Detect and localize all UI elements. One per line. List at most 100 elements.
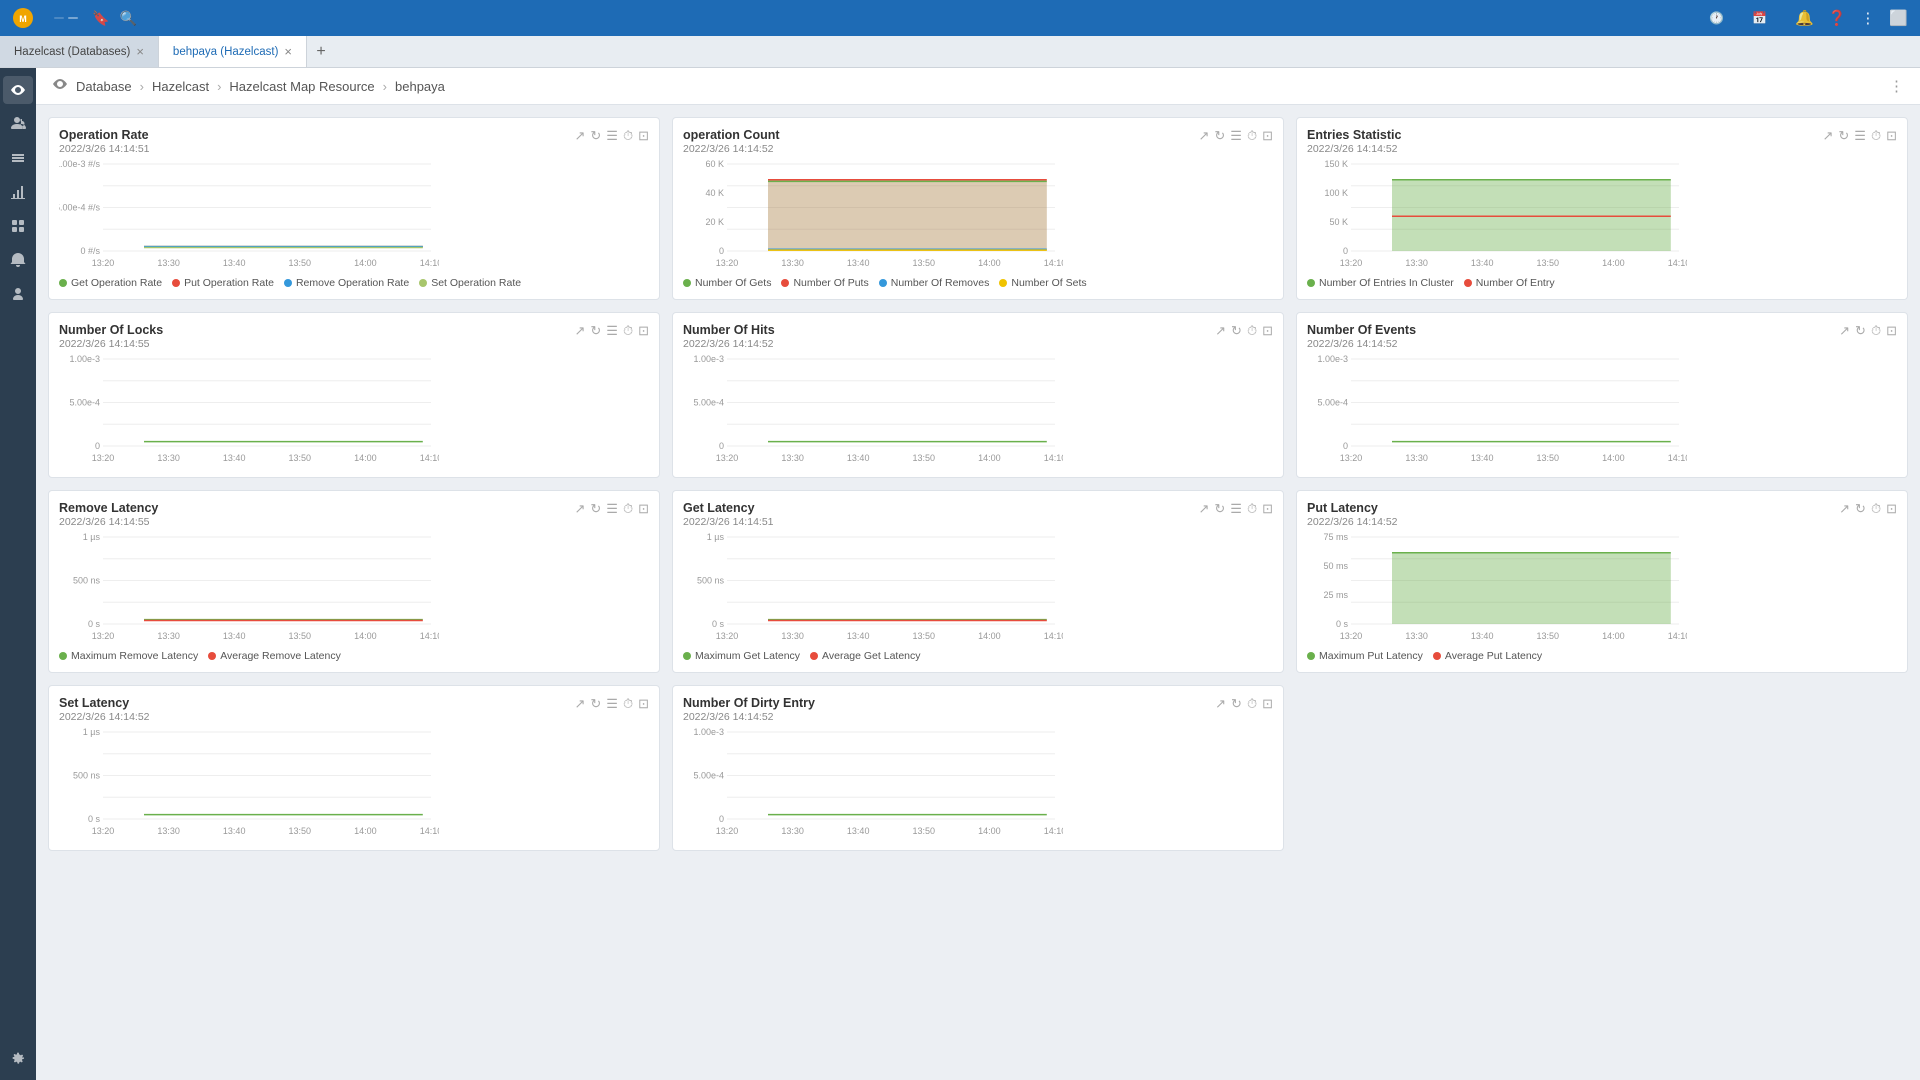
chart-action-history[interactable]: ⏱	[1871, 323, 1881, 339]
lang-en[interactable]	[68, 17, 78, 19]
chart-action-share[interactable]: ↗	[1839, 323, 1850, 339]
window-expand-icon[interactable]: ⬜	[1889, 9, 1908, 27]
svg-text:13:30: 13:30	[1405, 631, 1428, 641]
tab-hazelcast-databases[interactable]: Hazelcast (Databases) ×	[0, 36, 159, 67]
chart-area: 13:2013:3013:4013:5014:0014:101.00e-35.0…	[683, 354, 1273, 467]
tab-behpaya[interactable]: behpaya (Hazelcast) ×	[159, 36, 307, 67]
chart-action-list[interactable]: ☰	[606, 501, 618, 517]
chart-action-more[interactable]: ⊡	[638, 323, 649, 339]
chart-action-refresh[interactable]: ↻	[1231, 696, 1242, 712]
svg-text:0: 0	[1343, 441, 1348, 451]
breadcrumb-more-icon[interactable]: ⋮	[1889, 77, 1904, 95]
chart-action-history[interactable]: ⏱	[1247, 128, 1257, 144]
chart-action-share[interactable]: ↗	[1215, 323, 1226, 339]
chart-action-list[interactable]: ☰	[1230, 128, 1242, 144]
chart-action-refresh[interactable]: ↻	[1855, 323, 1866, 339]
chart-action-history[interactable]: ⏱	[1247, 323, 1257, 339]
chart-action-refresh[interactable]: ↻	[1231, 323, 1242, 339]
chart-action-share[interactable]: ↗	[574, 501, 585, 517]
search-icon[interactable]: 🔍	[119, 10, 136, 27]
chart-action-more[interactable]: ⊡	[1886, 323, 1897, 339]
legend-label: Number Of Removes	[891, 277, 990, 289]
sidebar-icon-gear[interactable]	[3, 1044, 33, 1072]
chart-action-refresh[interactable]: ↻	[1838, 128, 1849, 144]
sidebar-icon-list[interactable]	[3, 144, 33, 172]
chart-action-share[interactable]: ↗	[1839, 501, 1850, 517]
svg-text:13:20: 13:20	[716, 631, 739, 641]
svg-text:0: 0	[719, 441, 724, 451]
lang-fa[interactable]	[54, 17, 64, 19]
chart-action-refresh[interactable]: ↻	[590, 128, 601, 144]
chart-action-refresh[interactable]: ↻	[590, 696, 601, 712]
svg-text:13:40: 13:40	[223, 258, 246, 268]
legend-dot	[1307, 652, 1315, 660]
chart-action-history[interactable]: ⏱	[623, 501, 633, 517]
chart-action-history[interactable]: ⏱	[1247, 501, 1257, 517]
svg-text:13:30: 13:30	[781, 453, 804, 463]
sidebar-icon-users[interactable]	[3, 110, 33, 138]
chart-action-share[interactable]: ↗	[1198, 501, 1209, 517]
legend-dot	[781, 279, 789, 287]
svg-text:13:40: 13:40	[847, 258, 870, 268]
chart-action-share[interactable]: ↗	[574, 128, 585, 144]
chart-action-refresh[interactable]: ↻	[1214, 128, 1225, 144]
svg-text:M: M	[19, 14, 27, 24]
sidebar-icon-eye[interactable]	[3, 76, 33, 104]
chart-subtitle: 2022/3/26 14:14:55	[59, 338, 163, 350]
svg-text:14:10: 14:10	[1044, 631, 1063, 641]
tab-close-active-icon[interactable]: ×	[284, 44, 292, 59]
chart-action-more[interactable]: ⊡	[638, 128, 649, 144]
legend-item: Number Of Entries In Cluster	[1307, 277, 1454, 289]
svg-text:13:40: 13:40	[223, 453, 246, 463]
chart-action-more[interactable]: ⊡	[638, 501, 649, 517]
chart-action-more[interactable]: ⊡	[638, 696, 649, 712]
svg-text:13:30: 13:30	[781, 258, 804, 268]
chart-action-history[interactable]: ⏱	[623, 696, 633, 712]
chart-action-more[interactable]: ⊡	[1886, 501, 1897, 517]
chart-action-share[interactable]: ↗	[1822, 128, 1833, 144]
language-switcher[interactable]	[54, 17, 78, 19]
svg-text:13:20: 13:20	[716, 453, 739, 463]
svg-text:5.00e-4: 5.00e-4	[1317, 398, 1348, 408]
chart-action-more[interactable]: ⊡	[1262, 501, 1273, 517]
help-icon[interactable]: ❓	[1828, 9, 1847, 27]
chart-action-list[interactable]: ☰	[1230, 501, 1242, 517]
chart-action-more[interactable]: ⊡	[1262, 128, 1273, 144]
bookmark-icon[interactable]: 🔖	[92, 10, 109, 27]
chart-action-more[interactable]: ⊡	[1262, 696, 1273, 712]
chart-action-share[interactable]: ↗	[1198, 128, 1209, 144]
chart-action-list[interactable]: ☰	[606, 128, 618, 144]
tab-close-icon[interactable]: ×	[136, 44, 144, 59]
chart-action-more[interactable]: ⊡	[1886, 128, 1897, 144]
chart-action-history[interactable]: ⏱	[1871, 501, 1881, 517]
sidebar-icon-chart[interactable]	[3, 178, 33, 206]
topbar-right: 🕐 📅 🔔 ❓ ⋮ ⬜	[1709, 9, 1908, 27]
chart-action-share[interactable]: ↗	[574, 323, 585, 339]
chart-action-share[interactable]: ↗	[574, 696, 585, 712]
chart-action-history[interactable]: ⏱	[623, 323, 633, 339]
svg-text:13:40: 13:40	[847, 453, 870, 463]
chart-action-history[interactable]: ⏱	[623, 128, 633, 144]
chart-action-refresh[interactable]: ↻	[590, 501, 601, 517]
svg-text:500 ns: 500 ns	[73, 576, 101, 586]
chart-action-list[interactable]: ☰	[606, 323, 618, 339]
sidebar-icon-person[interactable]	[3, 280, 33, 308]
chart-action-list[interactable]: ☰	[606, 696, 618, 712]
svg-text:13:40: 13:40	[1471, 631, 1494, 641]
chart-action-share[interactable]: ↗	[1215, 696, 1226, 712]
notifications-icon[interactable]: 🔔	[1795, 9, 1814, 27]
chart-action-refresh[interactable]: ↻	[590, 323, 601, 339]
breadcrumb-part-3: Hazelcast Map Resource	[229, 79, 374, 94]
sidebar-icon-box[interactable]	[3, 212, 33, 240]
tab-add-button[interactable]: +	[307, 43, 335, 61]
chart-actions: ↗ ↻ ⏱ ⊡	[1839, 501, 1897, 517]
chart-action-refresh[interactable]: ↻	[1855, 501, 1866, 517]
chart-action-history[interactable]: ⏱	[1871, 128, 1881, 144]
legend-label: Get Operation Rate	[71, 277, 162, 289]
chart-action-list[interactable]: ☰	[1854, 128, 1866, 144]
chart-action-refresh[interactable]: ↻	[1214, 501, 1225, 517]
chart-action-more[interactable]: ⊡	[1262, 323, 1273, 339]
sidebar-icon-bell[interactable]	[3, 246, 33, 274]
chart-action-history[interactable]: ⏱	[1247, 696, 1257, 712]
user-menu-icon[interactable]: ⋮	[1860, 9, 1875, 27]
